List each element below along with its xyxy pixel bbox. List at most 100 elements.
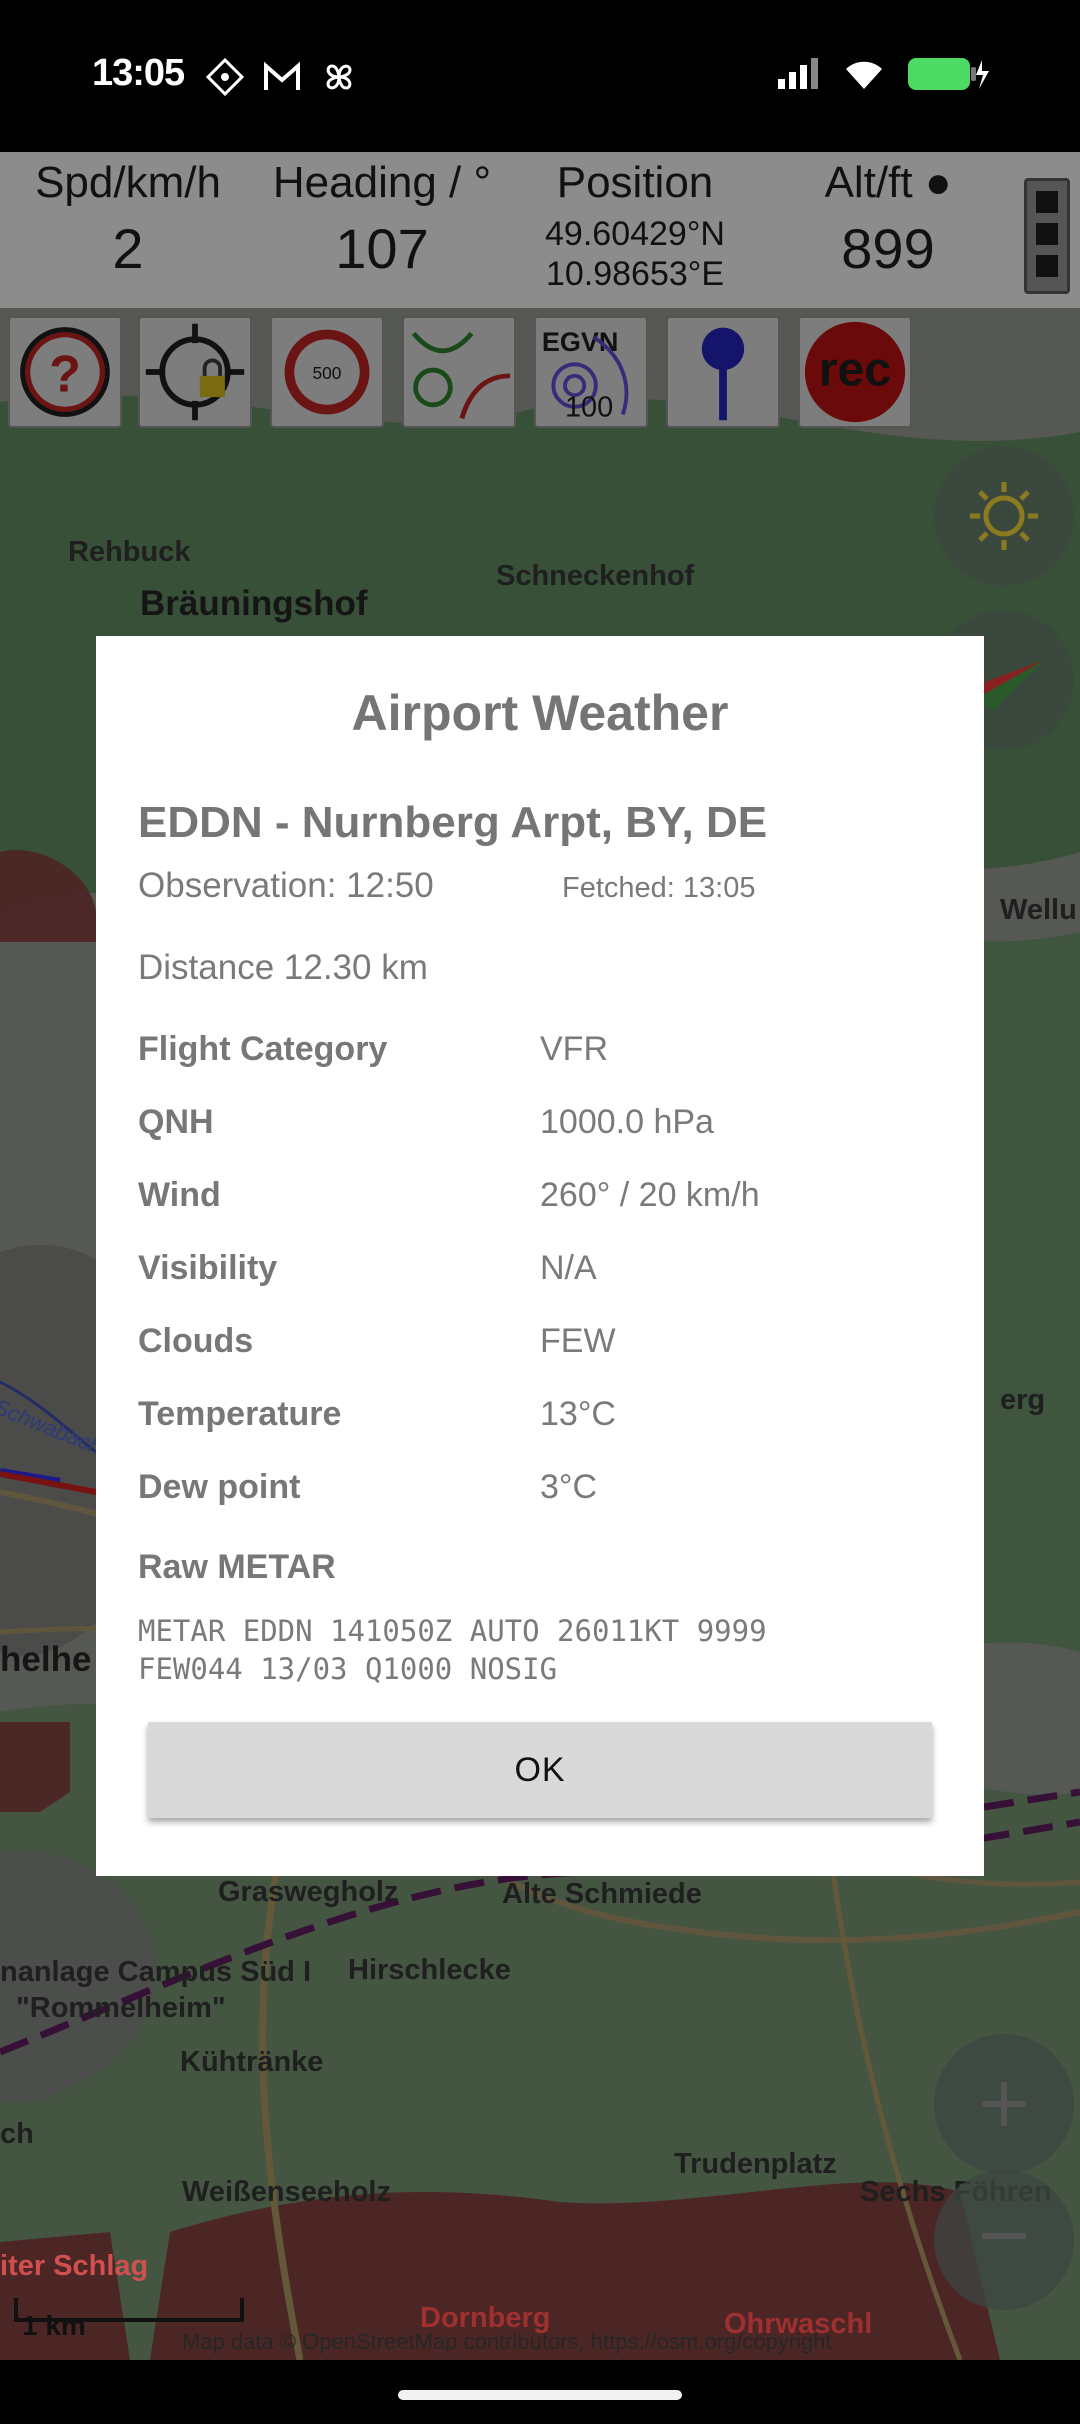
heading-label: Heading / ° <box>272 158 492 207</box>
map-label-schneckenhof: Schneckenhof <box>496 560 695 592</box>
weather-row-flight-category: Flight Category VFR <box>138 1030 958 1103</box>
sun-icon <box>970 482 1038 550</box>
raw-metar-heading: Raw METAR <box>138 1548 336 1586</box>
speed-limit-button[interactable]: 500 <box>270 316 384 428</box>
speed-cell: Spd/km/h 2 <box>8 158 248 281</box>
nav-data-strip: Spd/km/h 2 Heading / ° 107 Position 49.6… <box>0 152 1080 308</box>
record-button[interactable]: rec <box>798 316 912 428</box>
row-label: Dew point <box>138 1468 301 1506</box>
weather-rows: Flight Category VFR QNH 1000.0 hPa Wind … <box>138 1030 958 1541</box>
row-value: 13°C <box>540 1395 616 1433</box>
map-label-campus: nanlage Campus Süd I <box>0 1956 311 1988</box>
system-nav-bar <box>0 2360 1080 2424</box>
menu-dot-icon <box>1036 223 1058 245</box>
map-label-helhe: helhe <box>0 1640 92 1679</box>
lock-target-icon <box>145 323 245 421</box>
traffic-curves-button[interactable] <box>402 316 516 428</box>
map-label-wellu: Wellu <box>1000 894 1077 926</box>
zoom-in-button[interactable] <box>934 2034 1074 2174</box>
station-name: EDDN - Nurnberg Arpt, BY, DE <box>138 798 768 847</box>
longitude-value: 10.98653°E <box>545 255 725 293</box>
record-text: rec <box>819 343 891 397</box>
ok-button[interactable]: OK <box>148 1722 932 1818</box>
day-night-button[interactable] <box>934 446 1074 586</box>
weather-row-qnh: QNH 1000.0 hPa <box>138 1103 958 1176</box>
overflow-menu-button[interactable] <box>1024 178 1070 294</box>
status-time: 13:05 <box>92 52 185 94</box>
airspace-sub: 100 <box>565 391 613 423</box>
altitude-value: 899 <box>841 217 935 280</box>
airspace-text: EGVN <box>542 327 619 357</box>
latitude-value: 49.60429°N <box>545 215 725 253</box>
map-label-braeuningshof: Bräuningshof <box>140 584 368 623</box>
pin-button[interactable] <box>666 316 780 428</box>
weather-row-visibility: Visibility N/A <box>138 1249 958 1322</box>
menu-dot-icon <box>1036 191 1058 213</box>
airport-weather-dialog: Airport Weather EDDN - Nurnberg Arpt, BY… <box>96 636 984 1876</box>
help-icon: ? <box>20 327 110 417</box>
svg-text:?: ? <box>49 345 81 403</box>
weather-row-clouds: Clouds FEW <box>138 1322 958 1395</box>
position-label: Position <box>556 158 714 207</box>
traffic-curves-icon <box>411 331 511 419</box>
position-cell: Position 49.60429°N 10.98653°E <box>520 158 750 294</box>
speed-label: Spd/km/h <box>35 158 221 207</box>
raw-metar-text: METAR EDDN 141050Z AUTO 26011KT 9999 FEW… <box>138 1614 767 1686</box>
map-label-rehbuck: Rehbuck <box>68 536 191 568</box>
map-label-weissenseeholz: Weißenseeholz <box>182 2176 391 2208</box>
map-label-hirschlecke: Hirschlecke <box>348 1954 511 1986</box>
row-value: FEW <box>540 1322 616 1360</box>
row-value: 3°C <box>540 1468 598 1506</box>
lock-target-button[interactable] <box>138 316 252 428</box>
menu-dot-icon <box>1036 255 1058 277</box>
row-value: 260° / 20 km/h <box>540 1176 760 1214</box>
map-label-kuehtraenke: Kühtränke <box>180 2046 324 2078</box>
weather-row-temperature: Temperature 13°C <box>138 1395 958 1468</box>
status-bar: 13:05 <box>0 0 1080 152</box>
row-value: 1000.0 hPa <box>540 1103 714 1141</box>
map-label-ch: ch <box>0 2118 34 2150</box>
fetched-time: Fetched: 13:05 <box>562 872 756 904</box>
map-label-erg: erg <box>1000 1384 1046 1416</box>
dialog-title: Airport Weather <box>351 685 729 741</box>
row-value: VFR <box>540 1030 608 1068</box>
map-label-iter-schlag: iter Schlag <box>0 2250 149 2282</box>
help-button[interactable]: ? <box>8 316 122 428</box>
map-label-graswegholz: Graswegholz <box>218 1876 399 1908</box>
minus-icon <box>982 2233 1026 2239</box>
map-label-alte-schmiede: Alte Schmiede <box>502 1878 702 1910</box>
map-scale-label: 1 km <box>22 2310 86 2341</box>
heading-cell: Heading / ° 107 <box>254 158 510 281</box>
home-indicator[interactable] <box>398 2390 682 2400</box>
wifi-icon <box>846 61 882 89</box>
gmail-icon <box>264 61 300 90</box>
diamond-icon <box>206 58 244 96</box>
row-label: Visibility <box>138 1249 278 1287</box>
record-icon: rec <box>804 321 906 423</box>
speed-limit-icon: 500 <box>284 329 370 415</box>
altitude-label: Alt/ft ● <box>824 158 952 207</box>
row-value: N/A <box>540 1249 597 1287</box>
cellular-signal-icon <box>778 58 818 89</box>
row-label: Clouds <box>138 1322 254 1360</box>
plus-icon <box>982 2082 1026 2126</box>
airspace-button[interactable]: EGVN 100 <box>534 316 648 428</box>
map-copyright: Map data © OpenStreetMap contributors, h… <box>182 2329 832 2354</box>
speed-limit-text: 500 <box>313 363 342 383</box>
map-toolbar: ? 500 EGVN 100 rec <box>0 310 1080 428</box>
pinwheel-icon <box>326 64 352 90</box>
row-label: Temperature <box>138 1395 342 1433</box>
altitude-cell: Alt/ft ● 899 <box>778 158 998 281</box>
weather-row-wind: Wind 260° / 20 km/h <box>138 1176 958 1249</box>
map-label-rommelheim: "Rommelheim" <box>16 1992 226 2024</box>
heading-value: 107 <box>335 217 429 280</box>
battery-charging-icon <box>908 58 989 90</box>
zoom-out-button[interactable] <box>934 2170 1074 2310</box>
row-label: Flight Category <box>138 1030 388 1068</box>
pin-icon <box>701 327 745 421</box>
map-label-trudenplatz: Trudenplatz <box>674 2148 837 2180</box>
distance-text: Distance 12.30 km <box>138 948 428 987</box>
speed-value: 2 <box>112 217 144 280</box>
weather-row-dew-point: Dew point 3°C <box>138 1468 958 1541</box>
row-label: QNH <box>138 1103 214 1141</box>
